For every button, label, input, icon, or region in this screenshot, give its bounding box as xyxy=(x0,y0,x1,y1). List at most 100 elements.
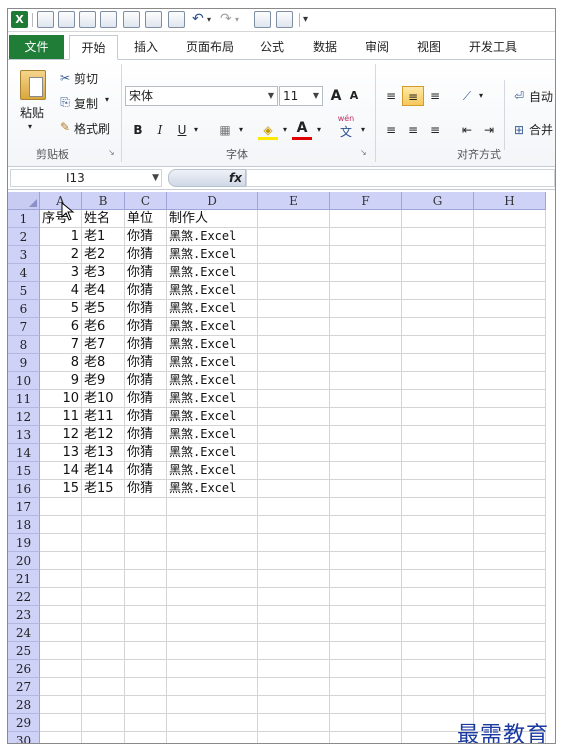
table-cell[interactable] xyxy=(402,588,474,606)
table-cell[interactable] xyxy=(258,642,330,660)
table-cell[interactable] xyxy=(82,516,125,534)
table-cell[interactable] xyxy=(474,570,546,588)
table-cell[interactable] xyxy=(402,462,474,480)
table-cell[interactable] xyxy=(40,642,82,660)
table-cell[interactable] xyxy=(330,696,402,714)
tab-data[interactable]: 数据 xyxy=(305,35,345,59)
table-cell[interactable] xyxy=(474,642,546,660)
table-cell[interactable] xyxy=(330,210,402,228)
table-cell[interactable]: 你猜 xyxy=(125,390,167,408)
table-cell[interactable]: 老4 xyxy=(82,282,125,300)
table-cell[interactable] xyxy=(474,534,546,552)
table-cell[interactable] xyxy=(474,552,546,570)
row-header[interactable]: 13 xyxy=(8,426,40,444)
name-box-dropdown-icon[interactable]: ▼ xyxy=(152,170,159,186)
table-cell[interactable] xyxy=(330,714,402,732)
row-header[interactable]: 7 xyxy=(8,318,40,336)
table-cell[interactable] xyxy=(258,282,330,300)
table-cell[interactable] xyxy=(258,696,330,714)
print-preview-icon[interactable] xyxy=(100,11,117,28)
table-cell[interactable] xyxy=(40,696,82,714)
row-header[interactable]: 29 xyxy=(8,714,40,732)
table-cell[interactable] xyxy=(258,264,330,282)
table-cell[interactable]: 单位 xyxy=(125,210,167,228)
table-cell[interactable]: 14 xyxy=(40,462,82,480)
table-cell[interactable] xyxy=(167,570,258,588)
fill-color-dropdown-icon[interactable]: ▾ xyxy=(280,120,290,140)
table-cell[interactable]: 黑煞.Excel xyxy=(167,300,258,318)
table-cell[interactable] xyxy=(125,570,167,588)
table-cell[interactable]: 老2 xyxy=(82,246,125,264)
table-cell[interactable]: 11 xyxy=(40,408,82,426)
tab-file[interactable]: 文件 xyxy=(9,35,64,59)
copy-dropdown-icon[interactable]: ▾ xyxy=(105,95,109,104)
row-header[interactable]: 6 xyxy=(8,300,40,318)
fill-color-icon[interactable]: ◈ xyxy=(258,120,278,140)
row-header[interactable]: 24 xyxy=(8,624,40,642)
table-cell[interactable]: 黑煞.Excel xyxy=(167,372,258,390)
table-cell[interactable] xyxy=(40,732,82,743)
table-cell[interactable] xyxy=(330,408,402,426)
table-cell[interactable]: 你猜 xyxy=(125,282,167,300)
table-cell[interactable] xyxy=(330,552,402,570)
table-cell[interactable] xyxy=(402,372,474,390)
table-cell[interactable]: 黑煞.Excel xyxy=(167,336,258,354)
table-cell[interactable] xyxy=(258,462,330,480)
table-cell[interactable]: 老7 xyxy=(82,336,125,354)
table-cell[interactable] xyxy=(167,696,258,714)
wrap-text-button[interactable]: 自动 xyxy=(529,88,553,105)
italic-button[interactable]: I xyxy=(152,120,168,140)
table-cell[interactable] xyxy=(258,372,330,390)
row-header[interactable]: 16 xyxy=(8,480,40,498)
camera-icon[interactable] xyxy=(254,11,271,28)
grow-font-button[interactable]: A xyxy=(328,86,344,106)
table-cell[interactable] xyxy=(82,660,125,678)
decrease-indent-icon[interactable]: ⇤ xyxy=(458,120,476,140)
table-cell[interactable]: 你猜 xyxy=(125,480,167,498)
table-cell[interactable]: 12 xyxy=(40,426,82,444)
table-cell[interactable] xyxy=(258,480,330,498)
column-header-c[interactable]: C xyxy=(125,192,167,210)
table-cell[interactable] xyxy=(125,642,167,660)
font-size-select[interactable]: 11 ▼ xyxy=(279,86,323,106)
row-header[interactable]: 10 xyxy=(8,372,40,390)
table-cell[interactable] xyxy=(330,426,402,444)
table-cell[interactable]: 黑煞.Excel xyxy=(167,426,258,444)
row-header[interactable]: 23 xyxy=(8,606,40,624)
table-cell[interactable] xyxy=(82,624,125,642)
row-header[interactable]: 14 xyxy=(8,444,40,462)
table-cell[interactable] xyxy=(82,678,125,696)
table-cell[interactable] xyxy=(330,462,402,480)
table-cell[interactable] xyxy=(474,300,546,318)
align-bottom-icon[interactable]: ≡ xyxy=(426,86,444,106)
table-cell[interactable] xyxy=(474,282,546,300)
table-cell[interactable] xyxy=(40,570,82,588)
row-header[interactable]: 1 xyxy=(8,210,40,228)
tab-home[interactable]: 开始 xyxy=(69,35,118,60)
row-header[interactable]: 11 xyxy=(8,390,40,408)
table-cell[interactable]: 黑煞.Excel xyxy=(167,390,258,408)
wrap-text-icon[interactable]: ⏎ xyxy=(511,86,527,106)
table-cell[interactable]: 黑煞.Excel xyxy=(167,246,258,264)
table-cell[interactable] xyxy=(40,552,82,570)
save-icon[interactable] xyxy=(37,11,54,28)
undo-dropdown-icon[interactable]: ▾ xyxy=(207,11,211,28)
table-cell[interactable] xyxy=(474,246,546,264)
table-cell[interactable] xyxy=(402,480,474,498)
column-header-f[interactable]: F xyxy=(330,192,402,210)
table-cell[interactable] xyxy=(330,732,402,743)
table-cell[interactable] xyxy=(474,588,546,606)
insert-function-icon[interactable]: fx xyxy=(229,170,242,186)
table-cell[interactable]: 你猜 xyxy=(125,372,167,390)
table-cell[interactable]: 老8 xyxy=(82,354,125,372)
row-header[interactable]: 26 xyxy=(8,660,40,678)
table-cell[interactable] xyxy=(330,498,402,516)
table-cell[interactable] xyxy=(258,552,330,570)
formula-input[interactable] xyxy=(246,169,555,187)
tab-insert[interactable]: 插入 xyxy=(126,35,166,59)
copy-button[interactable]: 复制 xyxy=(74,95,98,112)
column-header-g[interactable]: G xyxy=(402,192,474,210)
table-cell[interactable] xyxy=(125,606,167,624)
table-cell[interactable]: 3 xyxy=(40,264,82,282)
row-header[interactable]: 4 xyxy=(8,264,40,282)
